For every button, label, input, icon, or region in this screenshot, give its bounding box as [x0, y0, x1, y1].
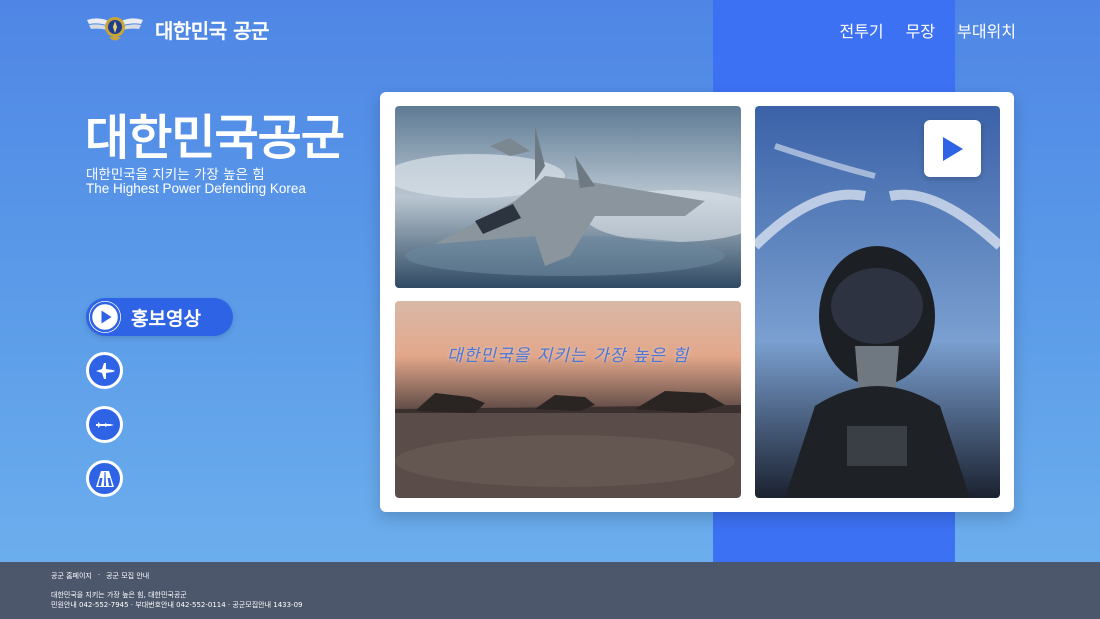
main-nav: 전투기 무장 부대위치 — [839, 18, 1016, 42]
gallery-panel: 대한민국을 지키는 가장 높은 힘 — [380, 92, 1014, 512]
footer-tagline: 대한민국을 지키는 가장 높은 힘, 대한민국공군 — [51, 591, 187, 599]
footer-link-homepage[interactable]: 공군 홈페이지 — [51, 571, 92, 581]
site-logo[interactable]: 대한민국 공군 — [85, 12, 269, 46]
video-play-button[interactable] — [924, 120, 981, 177]
hero-title: 대한민국공군 — [85, 110, 345, 166]
runway-sunset-image[interactable]: 대한민국을 지키는 가장 높은 힘 — [395, 301, 741, 498]
jet-icon — [95, 362, 115, 379]
play-icon — [942, 136, 963, 161]
footer-contact: 민원안내 042-552-7945 · 부대번호안내 042-552-0114 … — [51, 601, 303, 609]
location-button[interactable] — [86, 460, 123, 497]
nav-fighter[interactable]: 전투기 — [839, 18, 883, 42]
footer-link-recruit[interactable]: 공군 모집 안내 — [106, 571, 149, 581]
hero-subtitle-ko: 대한민국을 지키는 가장 높은 힘 — [86, 167, 265, 183]
promo-video-label: 홍보영상 — [131, 307, 201, 330]
footer: 공군 홈페이지 · 공군 모집 안내 대한민국을 지키는 가장 높은 힘, 대한… — [0, 562, 1100, 619]
runway-icon — [95, 470, 114, 487]
missile-icon — [95, 421, 114, 428]
nav-unit-location[interactable]: 부대위치 — [957, 18, 1016, 42]
footer-separator: · — [97, 571, 101, 579]
fighter-button[interactable] — [86, 352, 123, 389]
weapons-button[interactable] — [86, 406, 123, 443]
pilot-video-thumbnail[interactable] — [755, 106, 1000, 498]
play-icon — [89, 301, 121, 333]
nav-weapons[interactable]: 무장 — [906, 18, 935, 42]
footer-links: 공군 홈페이지 · 공군 모집 안내 — [51, 571, 149, 581]
gallery-overlay-text: 대한민국을 지키는 가장 높은 힘 — [447, 346, 689, 366]
fighter-jet-image[interactable] — [395, 106, 741, 288]
promo-video-button[interactable]: 홍보영상 — [86, 298, 233, 336]
hero-subtitle-en: The Highest Power Defending Korea — [86, 181, 306, 196]
logo-text: 대한민국 공군 — [155, 18, 269, 43]
air-force-emblem-icon — [87, 17, 143, 41]
